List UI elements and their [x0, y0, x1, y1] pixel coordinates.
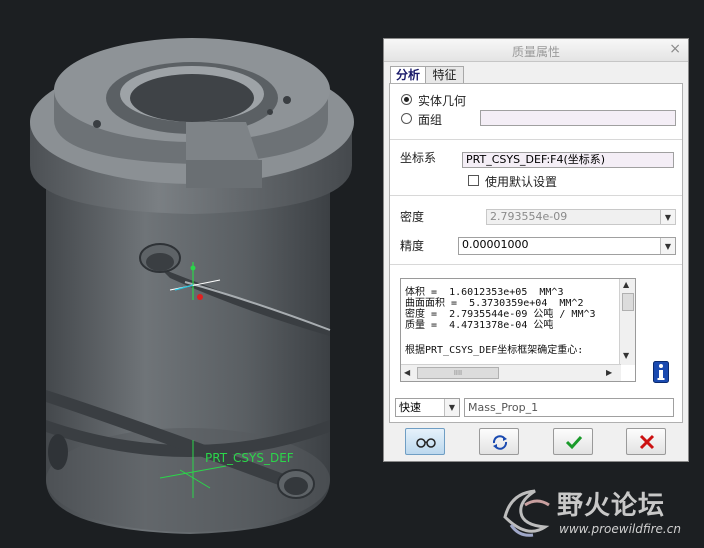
site-watermark: 野火论坛 www.proewildfire.cn [493, 481, 704, 548]
analysis-name-field[interactable]: Mass_Prop_1 [464, 398, 674, 417]
result-line: 质量 = 4.4731378e-04 公吨 [405, 320, 554, 331]
x-icon [639, 434, 655, 450]
csys-label: PRT_CSYS_DEF [205, 451, 294, 465]
scroll-up-icon[interactable]: ▲ [623, 280, 629, 289]
info-icon[interactable] [653, 361, 669, 383]
checkmark-icon [565, 435, 583, 450]
density-label: 密度 [400, 210, 425, 224]
mode-value: 快速 [399, 401, 421, 414]
results-vertical-scrollbar[interactable]: ▲ ▼ [619, 279, 635, 365]
glasses-icon [416, 438, 436, 448]
use-default-label: 使用默认设置 [485, 175, 558, 189]
dialog-title: 质量属性 [511, 45, 560, 59]
accuracy-label: 精度 [400, 239, 425, 253]
csys-section-label: 坐标系 [400, 151, 437, 165]
results-horizontal-scrollbar[interactable]: ◀ IIII ▶ [401, 364, 621, 381]
tab-feature[interactable]: 特征 [425, 66, 464, 84]
wildfire-logo-icon [503, 489, 550, 537]
mode-dropdown[interactable]: 快速 ▼ [395, 398, 460, 417]
accuracy-dropdown[interactable]: 0.00001000 ▼ [458, 237, 676, 255]
scroll-right-icon[interactable]: ▶ [606, 368, 612, 377]
cancel-button[interactable] [626, 428, 666, 455]
repeat-button[interactable] [479, 428, 519, 455]
watermark-url: www.proewildfire.cn [559, 522, 681, 536]
quilt-selector[interactable] [480, 110, 676, 126]
quilt-label: 面组 [418, 113, 443, 127]
chevron-down-icon: ▼ [444, 399, 459, 416]
solid-geometry-radio[interactable] [401, 94, 412, 105]
csys-selector[interactable]: PRT_CSYS_DEF:F4(坐标系) [462, 152, 674, 168]
scroll-thumb[interactable]: IIII [417, 367, 499, 379]
mass-properties-dialog: 质量属性 × 分析 特征 实体几何 面组 坐标系 PRT_CSYS_DEF:F4… [383, 38, 689, 462]
dialog-titlebar[interactable]: 质量属性 × [384, 39, 688, 62]
quilt-radio[interactable] [401, 113, 412, 124]
solid-geometry-label: 实体几何 [418, 94, 467, 108]
density-value: 2.793554e-09 [490, 210, 568, 223]
scroll-down-icon[interactable]: ▼ [623, 351, 629, 360]
scroll-left-icon[interactable]: ◀ [404, 368, 410, 377]
repeat-icon [492, 435, 508, 450]
watermark-text: 野火论坛 [557, 491, 666, 521]
close-icon[interactable]: × [669, 41, 681, 57]
accuracy-value: 0.00001000 [462, 238, 529, 251]
results-textarea[interactable]: 体积 = 1.6012353e+05 MM^3 曲面面积 = 5.3730359… [400, 278, 636, 382]
use-default-checkbox[interactable] [468, 175, 479, 186]
chevron-down-icon: ▼ [660, 210, 675, 224]
result-line: 根据PRT_CSYS_DEF坐标框架确定重心: [405, 345, 584, 356]
analysis-panel: 实体几何 面组 坐标系 PRT_CSYS_DEF:F4(坐标系) 使用默认设置 … [389, 83, 683, 423]
chevron-down-icon: ▼ [660, 238, 675, 254]
density-dropdown[interactable]: 2.793554e-09 ▼ [486, 209, 676, 225]
scroll-thumb[interactable] [622, 293, 634, 311]
preview-button[interactable] [405, 428, 445, 455]
ok-button[interactable] [553, 428, 593, 455]
